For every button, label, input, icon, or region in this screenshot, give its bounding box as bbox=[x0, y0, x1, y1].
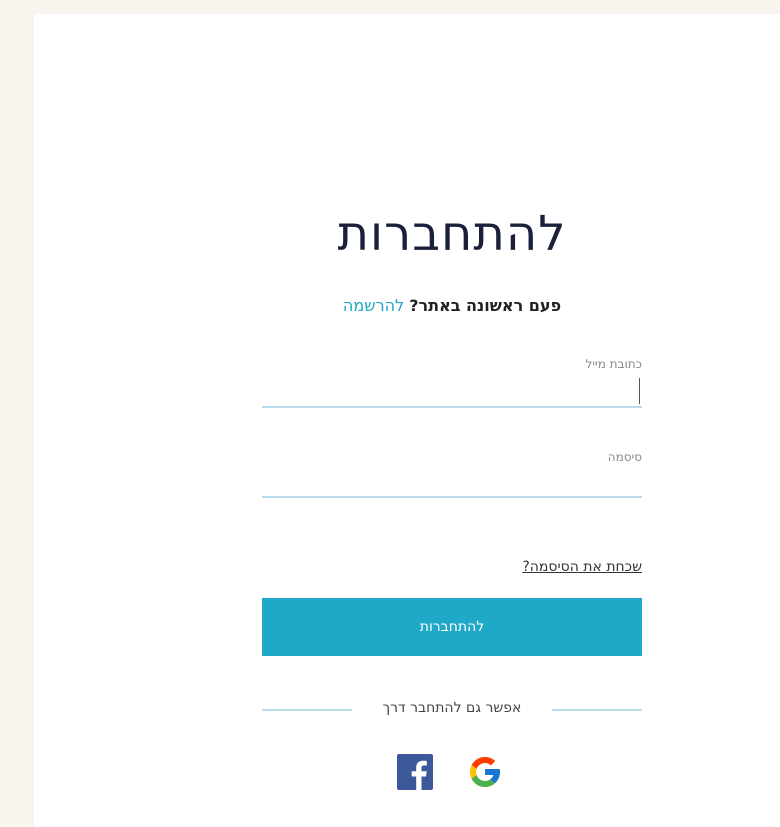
signup-link[interactable]: להרשמה bbox=[343, 296, 404, 315]
social-divider: אפשר גם להתחבר דרך bbox=[262, 700, 642, 720]
text-cursor bbox=[639, 378, 640, 404]
divider-text: אפשר גם להתחבר דרך bbox=[382, 700, 522, 716]
google-icon bbox=[470, 757, 500, 787]
email-label: כתובת מייל bbox=[585, 357, 642, 371]
password-label: סיסמה bbox=[607, 450, 642, 464]
forgot-password-link[interactable]: שכחת את הסיסמה? bbox=[522, 559, 642, 575]
signup-prompt: פעם ראשונה באתר? להרשמה bbox=[262, 296, 642, 315]
password-field[interactable] bbox=[262, 468, 642, 498]
google-login-button[interactable] bbox=[467, 754, 503, 790]
login-button[interactable]: להתחברות bbox=[262, 598, 642, 656]
facebook-icon bbox=[397, 754, 433, 790]
social-login-buttons bbox=[262, 754, 642, 794]
page-title: להתחברות bbox=[337, 206, 567, 262]
signup-question: פעם ראשונה באתר? bbox=[409, 296, 562, 315]
email-field[interactable] bbox=[262, 378, 642, 408]
login-panel: להתחברות פעם ראשונה באתר? להרשמה כתובת מ… bbox=[34, 14, 780, 827]
facebook-login-button[interactable] bbox=[397, 754, 433, 790]
